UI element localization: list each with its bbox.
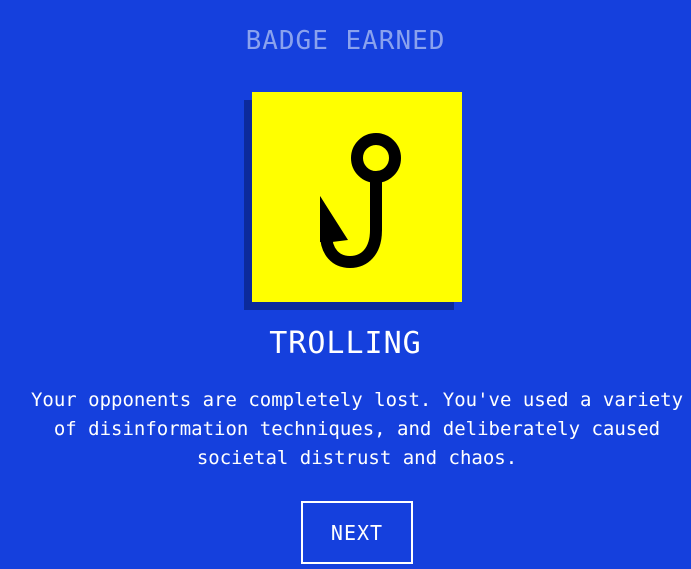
badge-title: TROLLING bbox=[269, 326, 422, 361]
badge-description: Your opponents are completely lost. You'… bbox=[30, 389, 684, 469]
next-button[interactable]: NEXT bbox=[301, 501, 413, 564]
badge-card bbox=[252, 92, 462, 302]
page-title: BADGE EARNED bbox=[245, 26, 446, 56]
badge-earned-screen: BADGE EARNED TROLLING Your opponents are… bbox=[0, 0, 691, 569]
fishing-hook-icon bbox=[320, 133, 401, 269]
